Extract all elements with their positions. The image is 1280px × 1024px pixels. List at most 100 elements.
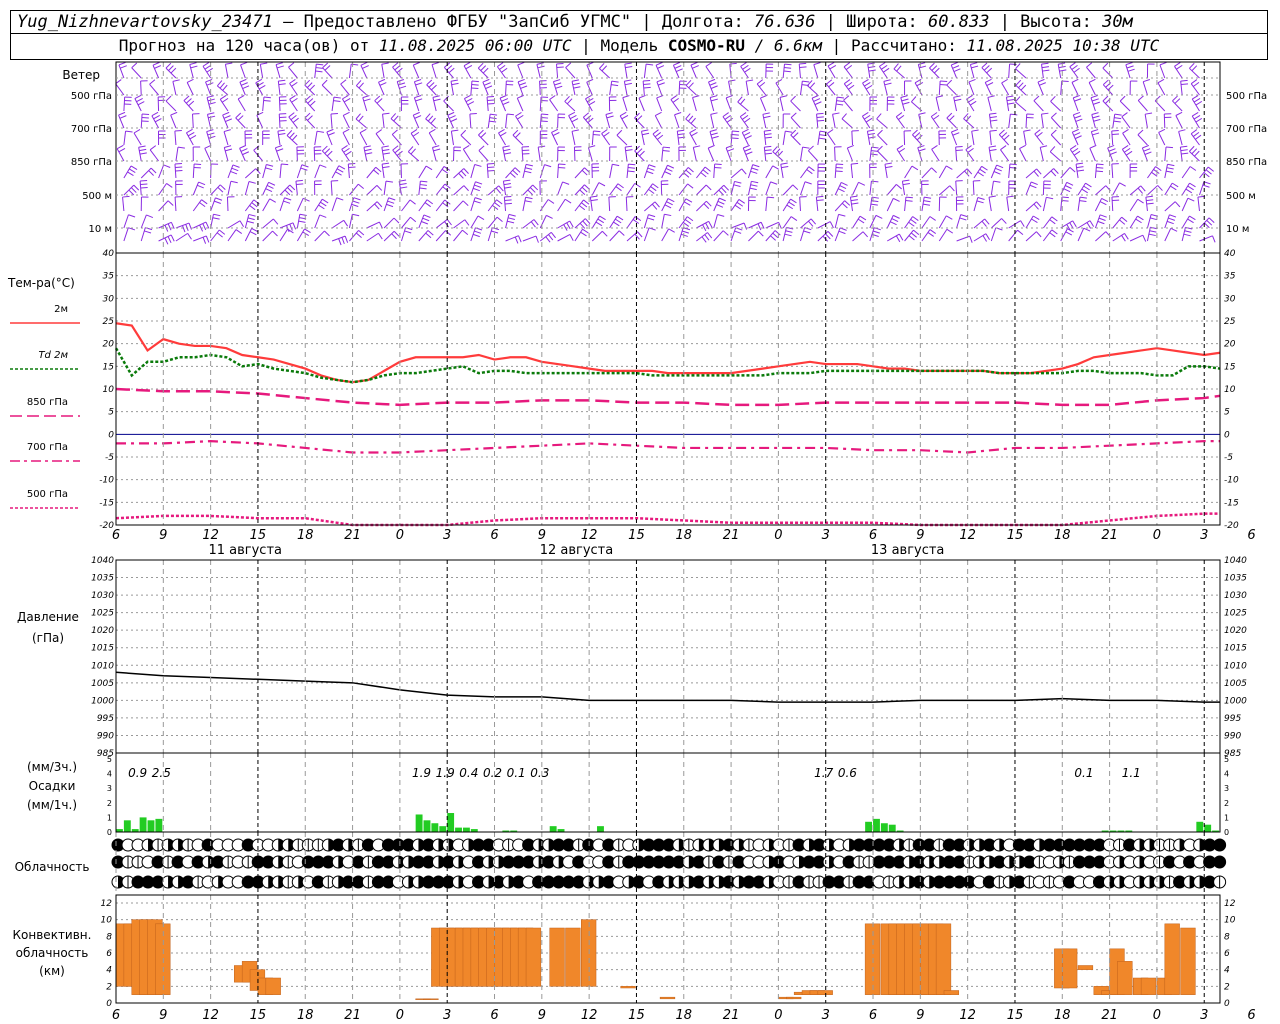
wind-barb-staff (192, 163, 195, 179)
wind-barb (886, 183, 902, 196)
wind-barb-feather (128, 214, 136, 218)
wind-barb-feather (1208, 217, 1215, 223)
wind-barb-feather (970, 62, 978, 65)
precip-tick-left: 4 (107, 770, 112, 779)
wind-barb-staff (1095, 185, 1107, 196)
conv-x-tick: 0 (396, 1008, 404, 1023)
wind-barb (1181, 215, 1196, 229)
wind-barb-feather (1101, 198, 1109, 203)
wind-barb-staff (123, 227, 129, 242)
wind-barb (133, 128, 142, 146)
wind-barb-feather (341, 145, 348, 150)
wind-barb-staff (279, 228, 288, 242)
wind-barb (574, 167, 590, 179)
wind-barb-staff (790, 134, 801, 146)
wind-barb (643, 214, 656, 229)
wind-barb-feather (302, 197, 310, 202)
temp-legend: 2мTd 2м850 гПа700 гПа500 гПа (10, 304, 80, 509)
wind-barb-feather (647, 217, 655, 221)
wind-barb-feather (628, 163, 636, 166)
wind-barb (1121, 145, 1133, 162)
wind-barb-staff (262, 97, 265, 112)
wind-barb-feather (799, 62, 807, 65)
wind-barb-feather (689, 128, 697, 134)
wind-barb (869, 227, 881, 242)
wind-barb-staff (886, 215, 894, 229)
wind-barb-staff (626, 183, 636, 196)
wind-barb-feather (612, 163, 620, 167)
wind-barb-feather (319, 214, 327, 218)
wind-barb-feather (541, 113, 549, 116)
wind-barb (140, 80, 148, 96)
wind-barb (878, 62, 890, 79)
wind-barb (348, 63, 359, 79)
wind-barb-feather (554, 82, 562, 86)
wind-barb (244, 199, 260, 212)
wind-barb-staff (1050, 117, 1062, 129)
temp-tick-left: 10 (103, 385, 115, 395)
wind-barb-feather (710, 132, 718, 136)
wind-barb (289, 95, 298, 112)
precip-total-label: 0.6 (838, 766, 857, 780)
wind-barb (1189, 62, 1200, 79)
wind-barb (591, 130, 601, 146)
wind-barb-feather (868, 136, 876, 139)
wind-barb (1033, 95, 1044, 112)
wind-barb-feather (241, 82, 248, 86)
wind-barb (1112, 216, 1128, 229)
conv-x-tick: 15 (628, 1008, 645, 1023)
wind-barb-feather (537, 65, 545, 69)
wind-barb-feather (503, 179, 511, 182)
temp-x-tick: 18 (675, 528, 692, 543)
wind-barb (275, 62, 284, 79)
wind-barb-feather (863, 114, 871, 120)
wind-barb-feather (399, 182, 407, 186)
wind-barb-feather (362, 95, 370, 99)
wind-barb-staff (1015, 68, 1027, 79)
conv-axes: 12 1210 108 86 64 42 20 06 9 12 15 18 21 0 3 6 9 12 15 18 21… (101, 899, 1256, 1023)
wind-barb (192, 199, 208, 212)
pressure-title: Давление (17, 610, 79, 624)
wind-barb-staff (1025, 231, 1037, 242)
wind-barb-staff (240, 64, 246, 79)
wind-barb-feather (1113, 120, 1121, 123)
wind-barb (730, 130, 740, 146)
wind-barb (192, 163, 202, 179)
wind-barb-staff (599, 68, 610, 79)
wind-barb-staff (557, 181, 564, 196)
wind-barb-feather (324, 230, 330, 237)
day-label: 12 августа (540, 543, 614, 558)
wind-barb-staff (955, 180, 958, 196)
wind-barb-feather (474, 197, 482, 201)
wind-barb-feather (1036, 168, 1042, 175)
wind-barb-staff (244, 228, 253, 242)
wind-barb-feather (489, 120, 497, 123)
conv-x-tick: 9 (159, 1008, 167, 1023)
wind-barb (849, 195, 859, 212)
wind-barb-staff (453, 229, 463, 242)
wind-barb (765, 165, 780, 179)
wind-barb (1042, 180, 1051, 196)
wind-barb-feather (564, 198, 572, 204)
wind-barb (1199, 235, 1216, 243)
wind-barb-feather (784, 63, 792, 66)
wind-level-label: 850 гПа (71, 157, 112, 168)
wind-barb (574, 199, 590, 212)
wind-barb-feather (931, 167, 937, 173)
wind-barb (745, 79, 754, 96)
wind-barb (1025, 168, 1042, 179)
wind-barb-staff (262, 164, 267, 179)
wind-barb-feather (290, 115, 297, 121)
wind-barb-staff (1199, 181, 1205, 196)
wind-barb (149, 145, 159, 162)
pres-tick-right: 1030 (1224, 591, 1247, 601)
wind-barb-feather (804, 181, 812, 185)
wind-barb-feather (1187, 185, 1194, 191)
wind-barb-feather (517, 61, 525, 66)
wind-barb-feather (1065, 231, 1073, 236)
wind-barb (782, 184, 799, 196)
wind-barb-feather (1069, 167, 1076, 173)
wind-barb (175, 232, 192, 242)
wind-barb-staff (780, 164, 784, 179)
wind-barb-feather (896, 145, 904, 150)
